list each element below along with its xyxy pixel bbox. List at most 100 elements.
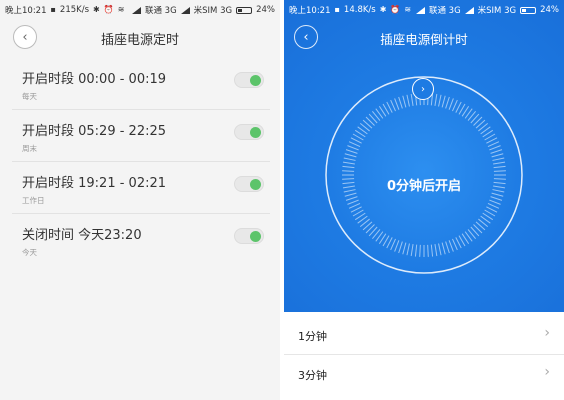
timer-toggle[interactable]	[234, 176, 264, 192]
dial-tick	[438, 243, 442, 256]
back-button[interactable]: ‹	[294, 25, 318, 49]
signal-icon	[131, 6, 141, 14]
bluetooth-icon: ✱	[379, 5, 387, 14]
timer-row-label: 开启时段 05:29 - 22:25	[22, 124, 167, 139]
countdown-screen: 晚上10:21 ▪ 14.8K/s ✱ ⏰ ≋ 联通 3G 米SIM 3G 24…	[284, 0, 564, 400]
signal-icon	[180, 6, 190, 14]
dial-tick	[348, 203, 361, 209]
status-time: 晚上10:21	[289, 6, 331, 16]
timer-row[interactable]: 关闭时间 今天23:20 今天	[12, 214, 270, 266]
dial-tick	[343, 157, 356, 161]
timer-screen: 晚上10:21 ▪ 215K/s ✱ ⏰ ≋ 联通 3G 米SIM 3G 24%…	[0, 0, 280, 400]
timer-row[interactable]: 开启时段 19:21 - 02:21 工作日	[12, 162, 270, 214]
timer-list: 开启时段 00:00 - 00:19 每天 开启时段 05:29 - 22:25…	[0, 58, 280, 266]
dial-tick	[452, 238, 458, 251]
status-carrier-2: 米SIM 3G	[477, 6, 517, 16]
notification-icon: ▪	[50, 5, 56, 14]
dial-tick	[441, 242, 446, 255]
header: ‹ 插座电源定时	[0, 22, 280, 54]
dial-tick	[487, 203, 500, 209]
dial-tick	[427, 244, 429, 257]
dial-tick	[441, 95, 446, 108]
dial-tick	[410, 244, 414, 257]
signal-icon	[464, 6, 474, 14]
timer-toggle[interactable]	[234, 228, 264, 244]
dial-tick	[394, 240, 400, 252]
status-bar: 晚上10:21 ▪ 215K/s ✱ ⏰ ≋ 联通 3G 米SIM 3G 24%	[0, 0, 280, 20]
bluetooth-icon: ✱	[93, 5, 100, 14]
dial-start-handle[interactable]: ›	[412, 78, 434, 100]
dial-tick	[489, 145, 501, 151]
countdown-panel: 晚上10:21 ▪ 14.8K/s ✱ ⏰ ≋ 联通 3G 米SIM 3G 24…	[284, 0, 564, 312]
toggle-knob	[250, 231, 261, 242]
dial-tick	[491, 153, 504, 158]
signal-icon	[415, 6, 425, 14]
wifi-icon: ≋	[117, 5, 125, 14]
back-arrow-icon: ‹	[303, 29, 309, 45]
dial-tick	[406, 243, 410, 256]
dial-tick	[419, 244, 421, 257]
dial-tick	[402, 242, 407, 255]
timer-row-label: 开启时段 19:21 - 02:21	[22, 176, 167, 191]
chevron-right-icon: ›	[544, 325, 550, 341]
status-carrier-1: 联通 3G	[144, 6, 177, 16]
status-battery: 24%	[256, 5, 275, 15]
countdown-option[interactable]: 1分钟 ›	[284, 316, 564, 354]
page-title: 插座电源定时	[100, 32, 179, 48]
status-speed: 14.8K/s	[343, 5, 376, 15]
status-time: 晚上10:21	[5, 6, 47, 16]
dial-tick	[410, 93, 414, 106]
page-title: 插座电源倒计时	[380, 31, 468, 47]
dial-tick	[342, 170, 355, 172]
battery-icon	[520, 6, 537, 14]
toggle-knob	[250, 127, 261, 138]
back-button[interactable]: ‹	[13, 25, 37, 49]
dial-tick	[434, 244, 438, 257]
alarm-icon: ⏰	[390, 5, 401, 14]
dial-tick	[406, 94, 410, 107]
status-speed: 215K/s	[59, 5, 90, 15]
dial-tick	[448, 98, 454, 110]
dial-tick	[492, 157, 505, 161]
timer-row[interactable]: 开启时段 05:29 - 22:25 周末	[12, 110, 270, 162]
dial-tick	[448, 240, 454, 252]
toggle-knob	[250, 75, 261, 86]
dial-tick	[493, 165, 506, 169]
dial-tick	[493, 161, 506, 165]
status-bar: 晚上10:21 ▪ 14.8K/s ✱ ⏰ ≋ 联通 3G 米SIM 3G 24…	[284, 0, 564, 20]
countdown-option-label: 1分钟	[298, 330, 327, 343]
dial-tick	[347, 199, 359, 205]
dial-tick	[493, 170, 506, 172]
alarm-icon: ⏰	[103, 5, 114, 14]
dial-tick	[394, 98, 400, 110]
dial-tick	[445, 96, 450, 109]
dial-tick	[347, 145, 359, 151]
dial-tick	[342, 161, 355, 165]
timer-toggle[interactable]	[234, 124, 264, 140]
dial-tick	[490, 149, 503, 154]
dial-tick	[398, 241, 403, 254]
timer-row-repeat: 工作日	[22, 196, 45, 205]
dial-tick	[390, 99, 396, 112]
status-carrier-1: 联通 3G	[428, 6, 461, 16]
dial-tick	[438, 94, 442, 107]
dial-tick	[402, 95, 407, 108]
countdown-option[interactable]: 3分钟 ›	[284, 355, 564, 393]
notification-icon: ▪	[334, 5, 340, 14]
dial-tick	[390, 238, 396, 251]
timer-toggle[interactable]	[234, 72, 264, 88]
dial-tick	[445, 241, 450, 254]
dial-tick	[489, 199, 501, 205]
countdown-text: 0分钟后开启	[386, 179, 462, 194]
timer-row-repeat: 每天	[22, 92, 37, 101]
back-arrow-icon: ‹	[22, 29, 28, 45]
status-battery: 24%	[540, 5, 559, 15]
chevron-right-icon: ›	[421, 83, 425, 95]
timer-row[interactable]: 开启时段 00:00 - 00:19 每天	[12, 58, 270, 110]
status-carrier-2: 米SIM 3G	[193, 6, 233, 16]
dial-tick	[414, 244, 418, 257]
timer-row-repeat: 周末	[22, 144, 37, 153]
battery-icon	[236, 6, 253, 14]
dial-tick	[344, 153, 357, 158]
timer-row-label: 关闭时间 今天23:20	[22, 228, 142, 243]
